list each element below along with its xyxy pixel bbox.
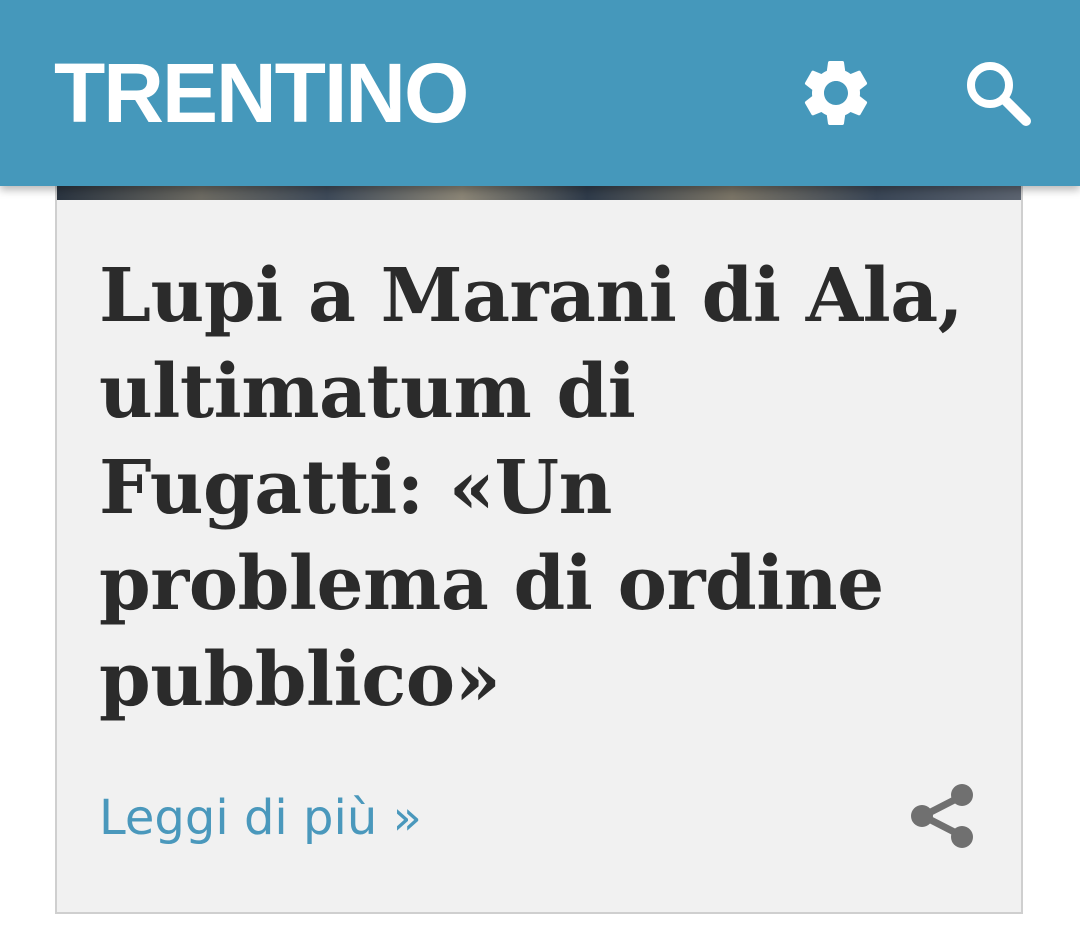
gear-icon: [804, 60, 868, 125]
settings-button[interactable]: [796, 53, 876, 133]
share-button[interactable]: [907, 780, 977, 852]
site-logo[interactable]: TRENTINO: [54, 48, 469, 138]
article-card[interactable]: Lupi a Marani di Ala, ultimatum di Fugat…: [55, 150, 1023, 914]
share-icon: [911, 784, 973, 848]
app-header: TRENTINO: [0, 0, 1080, 186]
news-app-screen: Lupi a Marani di Ala, ultimatum di Fugat…: [0, 0, 1080, 939]
article-headline[interactable]: Lupi a Marani di Ala, ultimatum di Fugat…: [99, 248, 979, 728]
search-button[interactable]: [958, 53, 1038, 133]
search-icon: [967, 62, 1031, 126]
read-more-link[interactable]: Leggi di più »: [99, 788, 422, 848]
